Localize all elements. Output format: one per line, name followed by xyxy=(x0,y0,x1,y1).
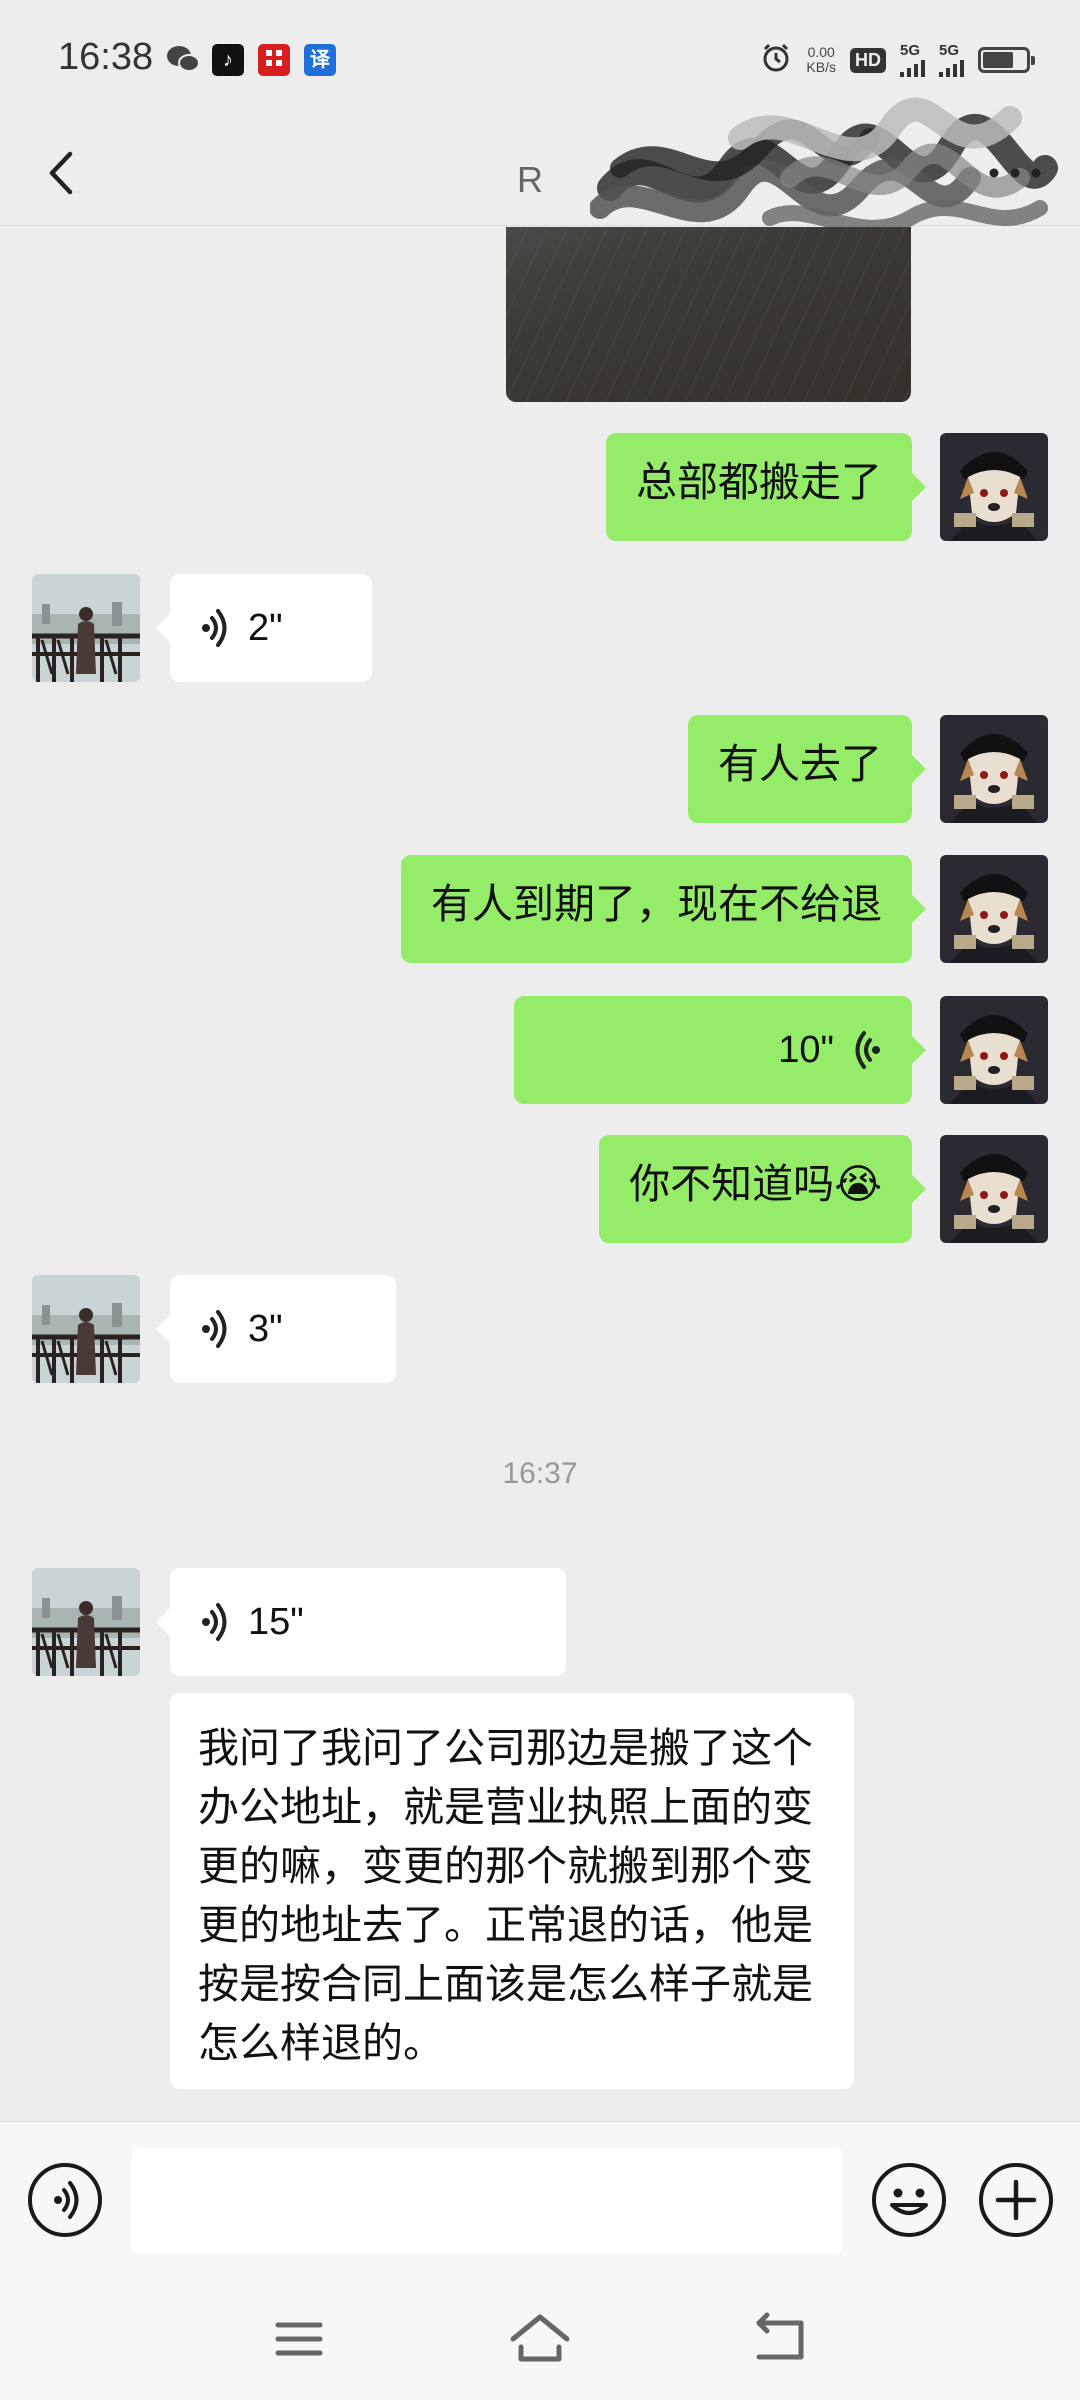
voice-duration: 3" xyxy=(248,1308,283,1350)
home-button[interactable] xyxy=(505,2309,575,2369)
more-dots-icon xyxy=(989,168,1041,178)
system-navigation-bar xyxy=(0,2283,1080,2400)
voice-wave-icon xyxy=(54,2181,79,2219)
message-input[interactable] xyxy=(131,2148,843,2254)
voice-message-received[interactable]: 2" xyxy=(156,574,372,682)
message-bubble-sent[interactable]: 你不知道吗😭 xyxy=(599,1135,926,1243)
status-time: 16:38 xyxy=(58,36,154,78)
voice-message-received[interactable]: 15" xyxy=(156,1568,566,1676)
time-separator: 16:37 xyxy=(502,1457,578,1490)
message-bubble-sent[interactable]: 总部都搬走了 xyxy=(606,433,926,541)
voice-wave-icon xyxy=(855,1031,880,1069)
dog-avatar-icon xyxy=(940,715,1048,823)
recent-apps-button[interactable] xyxy=(264,2309,334,2369)
message-text: 你不知道吗😭 xyxy=(629,1161,882,1207)
menu-lines-icon xyxy=(275,2322,323,2356)
voice-transcription-bubble[interactable]: 我问了我问了公司那边是搬了这个办公地址，就是营业执照上面的变更的嘛，变更的那个就… xyxy=(170,1693,854,2089)
chat-title-text: R xyxy=(517,159,543,200)
return-arrow-icon xyxy=(756,2312,804,2360)
dog-avatar-icon xyxy=(940,1135,1048,1243)
avatar-other[interactable] xyxy=(32,1275,140,1383)
sim1-network-type: 5G xyxy=(900,42,921,59)
plus-icon xyxy=(995,2179,1037,2221)
network-speed-unit: KB/s xyxy=(806,59,836,75)
signal-sim1-icon: 5G xyxy=(900,43,925,77)
voice-duration: 2" xyxy=(248,607,283,649)
message-text: 有人到期了，现在不给退 xyxy=(431,881,882,927)
dog-avatar-icon xyxy=(940,855,1048,963)
avatar-self[interactable] xyxy=(940,996,1048,1104)
dog-avatar-icon xyxy=(940,996,1048,1104)
translate-app-icon: 译 xyxy=(304,44,336,76)
voice-wave-icon xyxy=(202,1310,227,1348)
network-speed-value: 0.00 xyxy=(807,44,835,60)
avatar-other[interactable] xyxy=(32,574,140,682)
voice-message-received[interactable]: 3" xyxy=(156,1275,396,1383)
chevron-left-icon xyxy=(49,151,73,195)
avatar-self[interactable] xyxy=(940,1135,1048,1243)
message-text: 有人去了 xyxy=(718,741,882,787)
image-message[interactable] xyxy=(506,227,911,402)
avatar-self[interactable] xyxy=(940,715,1048,823)
avatar-other[interactable] xyxy=(32,1568,140,1676)
sim2-network-type: 5G xyxy=(939,42,960,59)
wechat-icon xyxy=(166,44,200,79)
voice-message-sent[interactable]: 10" xyxy=(514,996,926,1104)
home-icon xyxy=(510,2314,570,2362)
message-list[interactable]: 总部都搬走了 2" 有人去了 有人到期了，现在不给退 10" 你不知道吗😭 3"… xyxy=(0,227,1080,2120)
message-bubble-sent[interactable]: 有人到期了，现在不给退 xyxy=(401,855,926,963)
dog-avatar-icon xyxy=(940,433,1048,541)
network-speed: 0.00 KB/s xyxy=(806,45,836,75)
emoji-button[interactable] xyxy=(872,2163,946,2237)
voice-input-toggle-button[interactable] xyxy=(28,2163,102,2237)
signal-sim2-icon: 5G xyxy=(939,43,964,77)
back-button[interactable] xyxy=(30,138,100,208)
status-indicators: 0.00 KB/s HD 5G 5G xyxy=(760,40,1035,80)
tiktok-icon: ♪ xyxy=(212,44,244,76)
voice-wave-icon xyxy=(202,1603,227,1641)
message-bubble-sent[interactable]: 有人去了 xyxy=(688,715,926,823)
chat-title: R xyxy=(300,97,1058,236)
avatar-self[interactable] xyxy=(940,433,1048,541)
voice-duration: 10" xyxy=(778,1029,834,1071)
more-options-button[interactable] xyxy=(980,148,1050,198)
back-nav-button[interactable] xyxy=(745,2309,815,2369)
person-avatar-icon xyxy=(32,574,140,682)
person-avatar-icon xyxy=(32,1275,140,1383)
chat-header: R xyxy=(0,97,1080,236)
avatar-self[interactable] xyxy=(940,855,1048,963)
hd-voice-badge: HD xyxy=(850,47,886,73)
person-avatar-icon xyxy=(32,1568,140,1676)
voice-duration: 15" xyxy=(248,1601,304,1643)
news-app-icon xyxy=(258,44,290,76)
battery-icon xyxy=(978,47,1035,73)
more-functions-button[interactable] xyxy=(979,2163,1053,2237)
input-bar xyxy=(0,2121,1080,2283)
alarm-icon xyxy=(760,42,792,79)
message-text: 总部都搬走了 xyxy=(636,459,882,505)
message-text: 我问了我问了公司那边是搬了这个办公地址，就是营业执照上面的变更的嘛，变更的那个就… xyxy=(198,1725,813,2066)
voice-wave-icon xyxy=(202,609,227,647)
smiley-icon xyxy=(890,2188,928,2215)
